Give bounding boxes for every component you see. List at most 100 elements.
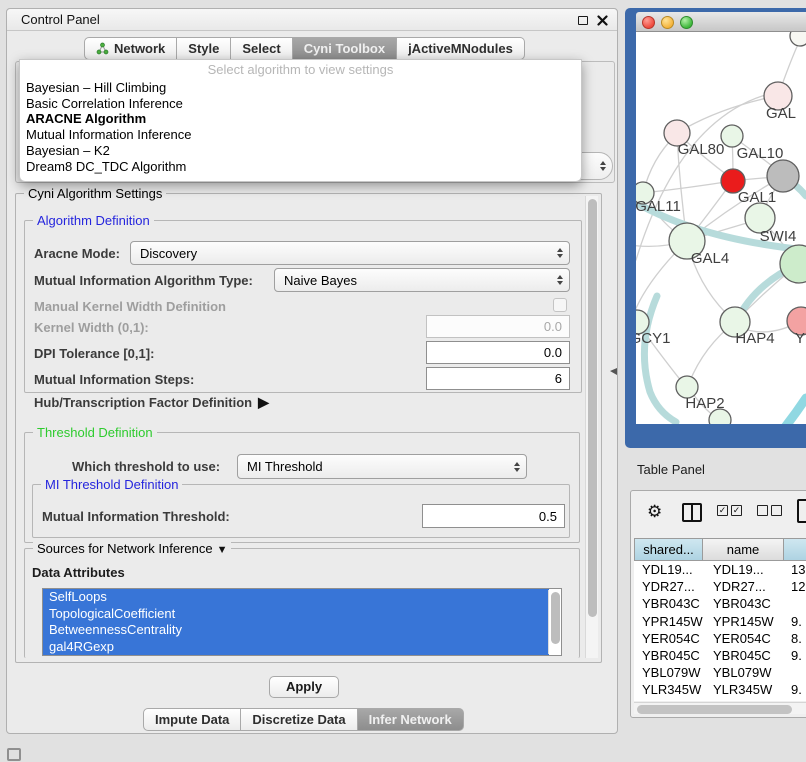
tab-impute-data[interactable]: Impute Data: [143, 708, 241, 731]
table-row[interactable]: YDL19...YDL19...13: [634, 561, 806, 578]
algorithm-definition-title: Algorithm Definition: [33, 213, 154, 228]
node-label-hap4: HAP4: [735, 330, 774, 347]
attribute-item-selfloops[interactable]: SelfLoops: [43, 589, 549, 606]
column-header-2[interactable]: [784, 538, 806, 561]
window-zoom-icon[interactable]: [680, 16, 693, 29]
attribute-item-betweennesscentrality[interactable]: BetweennessCentrality: [43, 622, 549, 639]
close-icon[interactable]: [597, 15, 608, 26]
expand-arrow-icon[interactable]: ▶: [258, 394, 269, 410]
table-cell: YDL19...: [703, 561, 784, 578]
table-row[interactable]: YDR27...YDR27...12: [634, 578, 806, 595]
algorithm-option-bayesian-k2[interactable]: Bayesian – K2: [20, 143, 581, 159]
mi-type-value: Naive Bayes: [284, 273, 357, 288]
split-columns-icon[interactable]: [682, 503, 702, 522]
aracne-mode-combo[interactable]: Discovery: [130, 241, 570, 265]
kernel-width-field[interactable]: 0.0: [426, 315, 570, 338]
dpi-tolerance-value: 0.0: [544, 345, 562, 360]
table-cell: 12: [784, 578, 806, 595]
table-row[interactable]: YER054CYER054C8.: [634, 630, 806, 647]
dpi-tolerance-field[interactable]: 0.0: [426, 341, 570, 364]
window-close-icon[interactable]: [642, 16, 655, 29]
network-node[interactable]: [767, 160, 799, 192]
table-panel-title: Table Panel: [637, 462, 705, 477]
algorithm-option-mutual-information-inference[interactable]: Mutual Information Inference: [20, 127, 581, 143]
algorithm-option-bayesian-hill-climbing[interactable]: Bayesian – Hill Climbing: [20, 80, 581, 96]
attribute-item-topologicalcoefficient[interactable]: TopologicalCoefficient: [43, 606, 549, 623]
list-scrollbar-thumb[interactable]: [551, 592, 560, 644]
threshold-definition-title: Threshold Definition: [33, 425, 157, 440]
mi-threshold-field[interactable]: 0.5: [422, 504, 565, 528]
apply-button[interactable]: Apply: [269, 676, 339, 698]
table-row[interactable]: YPR145WYPR145W9.: [634, 613, 806, 630]
column-header-shared[interactable]: shared...: [634, 538, 703, 561]
collapse-arrow-icon[interactable]: ▼: [217, 544, 228, 556]
table-cell: 13: [784, 561, 806, 578]
algorithm-option-aracne-algorithm[interactable]: ARACNE Algorithm: [20, 111, 581, 127]
which-threshold-combo[interactable]: MI Threshold: [237, 454, 527, 479]
tab-label: Network: [114, 41, 165, 56]
table-row[interactable]: YBR043CYBR043C: [634, 595, 806, 612]
window-minimize-icon[interactable]: [661, 16, 674, 29]
scrollbar-thumb[interactable]: [588, 199, 597, 617]
mi-type-combo[interactable]: Naive Bayes: [274, 268, 570, 292]
network-canvas[interactable]: GALGAL80GAL10GAL1GAL11GAL4SWI4GCY1HAP4YH…: [636, 32, 806, 424]
table-row[interactable]: YLR345WYLR345W9.: [634, 681, 806, 698]
page-icon[interactable]: [797, 499, 806, 523]
checked-column-icon-2[interactable]: ✓: [731, 505, 742, 516]
manual-kernel-checkbox[interactable]: [553, 298, 567, 312]
cyni-mode-tabbar: Impute Data Discretize Data Infer Network: [143, 708, 464, 731]
unchecked-column-icon-1[interactable]: [757, 505, 768, 516]
network-edge[interactable]: [764, 398, 806, 424]
mi-steps-field[interactable]: 6: [426, 367, 570, 390]
table-cell: 9.: [784, 681, 806, 698]
algorithm-option-basic-correlation-inference[interactable]: Basic Correlation Inference: [20, 96, 581, 112]
column-header-name[interactable]: name: [703, 538, 784, 561]
node-label-hap2: HAP2: [685, 395, 724, 412]
node-label-y: Y: [795, 330, 805, 347]
tab-infer-network[interactable]: Infer Network: [358, 708, 464, 731]
minimized-panel-icon[interactable]: [7, 748, 21, 761]
network-window-titlebar[interactable]: [636, 12, 806, 32]
stepper-icon: [557, 248, 563, 258]
tab-label: Discretize Data: [252, 712, 345, 727]
algorithm-option-dream8-dc-tdc-algorithm[interactable]: Dream8 DC_TDC Algorithm: [20, 159, 581, 175]
screen: Control Panel NetworkStyleSelectCyni Too…: [0, 0, 806, 762]
tab-label: Style: [188, 41, 219, 56]
data-attributes-label: Data Attributes: [32, 565, 125, 580]
settings-scrollbar[interactable]: [585, 196, 598, 658]
tab-style[interactable]: Style: [177, 37, 231, 60]
tab-select[interactable]: Select: [231, 37, 292, 60]
mi-threshold-value: 0.5: [539, 509, 557, 524]
tab-cyni-toolbox[interactable]: Cyni Toolbox: [293, 37, 397, 60]
table-cell: 9: [784, 699, 806, 702]
table-row[interactable]: YBR045CYBR045C9.: [634, 647, 806, 664]
mouse-cursor: [610, 368, 617, 375]
checked-column-icon-1[interactable]: ✓: [717, 505, 728, 516]
network-edge[interactable]: [643, 181, 732, 193]
table-hscrollbar[interactable]: [634, 702, 806, 714]
tab-label: Infer Network: [369, 712, 452, 727]
table-cell: YDL19...: [634, 561, 703, 578]
float-window-icon[interactable]: [578, 16, 588, 25]
table-cell: YLR345W: [634, 681, 703, 698]
tab-label: jActiveMNodules: [408, 41, 513, 56]
stepper-icon: [557, 275, 563, 285]
tab-discretize-data[interactable]: Discretize Data: [241, 708, 357, 731]
attribute-item-gal4rgexp[interactable]: gal4RGexp: [43, 639, 549, 656]
hscrollbar-thumb[interactable]: [637, 705, 792, 714]
network-node[interactable]: [790, 32, 806, 46]
table-row[interactable]: YBL079WYBL079W: [634, 664, 806, 681]
tab-jactivemnodules[interactable]: jActiveMNodules: [397, 37, 525, 60]
hub-definition-expander[interactable]: Hub/Transcription Factor Definition▶: [34, 394, 269, 411]
table-rows: YDL19...YDL19...13YDR27...YDR27...12YBR0…: [634, 561, 806, 701]
unchecked-column-icon-2[interactable]: [771, 505, 782, 516]
list-scrollbar[interactable]: [548, 590, 560, 654]
tab-network[interactable]: Network: [84, 37, 177, 60]
node-label-gcy1: GCY1: [636, 330, 670, 347]
network-edge[interactable]: [644, 296, 676, 422]
table-row[interactable]: YIL052CYIL052C9: [634, 699, 806, 702]
settings-gear-icon[interactable]: ⚙: [647, 502, 662, 522]
table-cell: YPR145W: [634, 613, 703, 630]
dpi-tolerance-label: DPI Tolerance [0,1]:: [34, 346, 154, 361]
control-panel-tabbar: Network Style SelectCyni Toolbox jActiveMNo…: [84, 37, 525, 60]
